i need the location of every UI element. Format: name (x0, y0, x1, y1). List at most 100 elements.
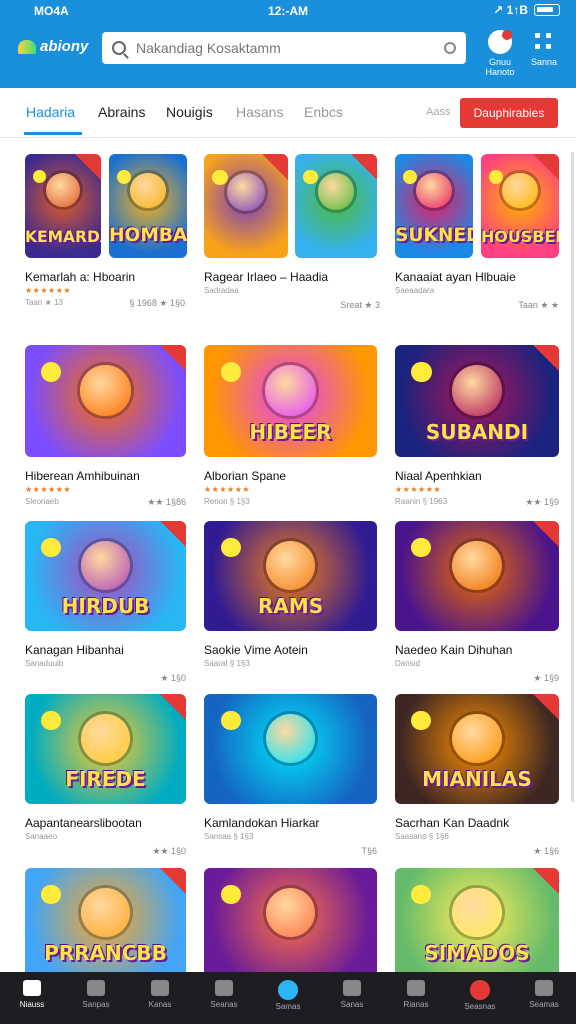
corner-ribbon (160, 345, 186, 371)
scrollbar[interactable] (571, 152, 574, 802)
menu-button[interactable]: Sanna (522, 30, 566, 67)
sidekick-art (411, 884, 432, 905)
rating-stars: ★★★★★★ (395, 485, 442, 494)
nav-item-3[interactable]: Seanas (192, 972, 256, 1024)
game-title[interactable]: Kemarlah a: Hboarin (25, 270, 135, 284)
corner-ribbon (533, 694, 559, 720)
nav-label: Sanpas (82, 1000, 110, 1009)
nav-item-8[interactable]: Seamas (512, 972, 576, 1024)
game-thumbnail[interactable]: SUKNED (395, 154, 473, 258)
game-thumbnail[interactable]: SUBANDI (395, 345, 559, 457)
nav-icon (151, 980, 169, 996)
game-thumbnail[interactable]: HIBEER (204, 345, 377, 457)
signal-text: ↗︎ 1↑B (493, 3, 528, 17)
game-title[interactable]: Kanaaiat ayan Hlbuaie (395, 270, 516, 284)
sidekick-art (411, 710, 432, 731)
search-submit-icon[interactable] (444, 42, 456, 54)
nav-item-1[interactable]: Sanpas (64, 972, 128, 1024)
sidekick-art (411, 361, 432, 382)
game-title[interactable]: Naedeo Kain Dihuhan (395, 643, 512, 657)
game-logo-text: HIRDUB (61, 593, 150, 618)
nav-item-4[interactable]: Samas (256, 972, 320, 1024)
game-thumbnail[interactable]: HOMBAN (109, 154, 187, 258)
nav-item-7[interactable]: Seasnas (448, 972, 512, 1024)
tab-extra[interactable]: Aass (426, 106, 450, 118)
bottom-nav: Niauss Sanpas Kanas Seanas Samas Sanas Rianas S… (0, 972, 576, 1024)
game-title[interactable]: Kamlandokan Hiarkar (204, 816, 319, 830)
game-thumbnail[interactable]: PRRANCBB (25, 868, 186, 972)
game-thumbnail[interactable] (204, 694, 377, 804)
sidekick-art (41, 710, 61, 731)
game-title[interactable]: Niaal Apenhkian (395, 469, 482, 483)
game-thumbnail[interactable]: RAMS (204, 521, 377, 631)
game-grid: KEMARDAKemarlah a: Hboarin★★★★★★Taan ★ 1… (0, 140, 576, 972)
tab-1[interactable]: Abrains (98, 104, 145, 120)
game-logo-text: KEMARDA (25, 227, 101, 246)
game-thumbnail[interactable]: MIANILAS (395, 694, 559, 804)
game-thumbnail[interactable] (295, 154, 377, 258)
search-bar[interactable] (102, 32, 466, 64)
game-thumbnail[interactable]: FIREDE (25, 694, 186, 804)
game-logo-text: MIANILAS (422, 766, 532, 791)
app-header: abiony Gnuu Hanoto Sanna (0, 22, 576, 88)
bell-icon (488, 30, 512, 54)
game-thumbnail[interactable]: HOUSBEN (481, 154, 559, 258)
game-meta: Taan ★ ★ (518, 300, 559, 310)
game-title[interactable]: Hiberean Amhibuinan (25, 469, 140, 483)
sidekick-art (41, 361, 62, 382)
nav-item-5[interactable]: Sanas (320, 972, 384, 1024)
game-title[interactable]: Kanagan Hibanhai (25, 643, 124, 657)
nav-item-0[interactable]: Niauss (0, 972, 64, 1024)
game-title[interactable]: Sacrhan Kan Daadnk (395, 816, 509, 830)
search-input[interactable] (136, 40, 444, 56)
nav-label: Rianas (403, 1000, 429, 1009)
rating-stars: ★★★★★★ (25, 286, 72, 295)
game-subtitle: Saarat § 1§3 (204, 659, 250, 668)
tab-4[interactable]: Enbcs (304, 104, 343, 120)
game-thumbnail[interactable] (395, 521, 559, 631)
sidekick-art (402, 169, 417, 184)
tab-2[interactable]: Nouigis (166, 104, 213, 120)
corner-ribbon (533, 345, 559, 371)
corner-ribbon (262, 154, 288, 180)
nav-label: Sanas (340, 1000, 364, 1009)
character-art (130, 172, 166, 208)
corner-ribbon (160, 868, 186, 894)
nav-label: Kanas (148, 1000, 172, 1009)
game-thumbnail[interactable] (204, 868, 377, 972)
tab-0[interactable]: Hadaria (26, 104, 75, 120)
game-meta: ★★ 1§86 (147, 497, 186, 507)
game-title[interactable]: Aapantanearslibootan (25, 816, 142, 830)
grid-icon (535, 33, 553, 51)
game-title[interactable]: Saokie Vime Aotein (204, 643, 308, 657)
character-art (80, 887, 131, 938)
nav-item-6[interactable]: Rianas (384, 972, 448, 1024)
character-art (265, 540, 316, 591)
game-logo-text: SUKNED (395, 224, 473, 246)
rating-stars: ★★★★★★ (204, 485, 251, 494)
game-thumbnail[interactable]: SIMADOS (395, 868, 559, 972)
character-art (265, 365, 316, 416)
game-meta: ★ 1§6 (533, 846, 559, 856)
game-meta: ★★ 1§0 (152, 846, 186, 856)
character-art (80, 365, 131, 416)
cta-button[interactable]: Dauphirabies (460, 98, 558, 128)
character-art (452, 887, 502, 938)
character-art (265, 887, 316, 938)
game-meta: § 1968 ★ 1§0 (129, 298, 185, 308)
nav-label: Seanas (210, 1000, 238, 1009)
nav-label: Seamas (529, 1000, 559, 1009)
game-title[interactable]: Alborian Spane (204, 469, 286, 483)
nav-item-2[interactable]: Kanas (128, 972, 192, 1024)
character-art (80, 713, 131, 764)
tab-3[interactable]: Hasans (236, 104, 283, 120)
notifications-button[interactable]: Gnuu Hanoto (478, 30, 522, 77)
game-thumbnail[interactable]: KEMARDA (25, 154, 101, 258)
game-thumbnail[interactable] (204, 154, 288, 258)
game-title[interactable]: Ragear Irlaeo – Haadia (204, 270, 328, 284)
nav-label: Niauss (19, 1000, 45, 1009)
app-logo[interactable]: abiony (18, 38, 88, 55)
nav-label: Seasnas (464, 1002, 496, 1011)
game-thumbnail[interactable] (25, 345, 186, 457)
game-thumbnail[interactable]: HIRDUB (25, 521, 186, 631)
